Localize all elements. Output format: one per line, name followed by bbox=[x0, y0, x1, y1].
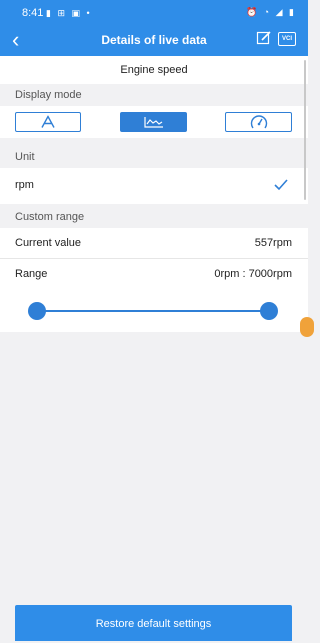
range-slider-track[interactable] bbox=[37, 310, 269, 312]
unit-label: rpm bbox=[15, 179, 34, 191]
gauge-icon bbox=[250, 115, 267, 129]
floating-assistant-handle[interactable] bbox=[300, 317, 314, 337]
restore-default-button[interactable]: Restore default settings bbox=[15, 605, 292, 641]
range-slider-min-handle[interactable] bbox=[28, 302, 46, 320]
mode-text-button[interactable] bbox=[15, 112, 81, 132]
row-divider bbox=[0, 258, 308, 259]
display-mode-group bbox=[0, 106, 308, 138]
mode-gauge-button[interactable] bbox=[225, 112, 292, 132]
custom-range-group: Current value 557rpm Range 0rpm : 7000rp… bbox=[0, 228, 308, 332]
scroll-indicator bbox=[304, 60, 306, 200]
checkmark-icon bbox=[274, 179, 288, 191]
custom-range-header: Custom range bbox=[0, 206, 308, 228]
app-bar: ‹ Details of live data VCI bbox=[0, 26, 308, 56]
unit-option-rpm[interactable]: rpm bbox=[0, 168, 308, 204]
edit-icon[interactable] bbox=[256, 30, 272, 46]
range-label: Range bbox=[15, 268, 48, 280]
current-value: 557rpm bbox=[254, 237, 292, 249]
range-slider-max-handle[interactable] bbox=[260, 302, 278, 320]
mode-chart-button[interactable] bbox=[120, 112, 187, 132]
status-bar: 8:41 ▮ ⊞ ▣ • ⏰ ◔ ◢ ▮ bbox=[0, 0, 308, 26]
range-value: 0rpm : 7000rpm bbox=[214, 268, 292, 280]
status-time: 8:41 bbox=[22, 7, 44, 19]
text-a-icon bbox=[41, 115, 55, 128]
current-value-label: Current value bbox=[15, 237, 82, 249]
status-system-icons: ⏰ ◔ ◢ ▮ bbox=[245, 7, 296, 17]
line-chart-icon bbox=[143, 117, 163, 128]
status-notification-icons: ▮ ⊞ ▣ • bbox=[46, 8, 92, 18]
vci-icon[interactable]: VCI bbox=[278, 32, 296, 46]
unit-header: Unit bbox=[0, 146, 308, 168]
display-mode-header: Display mode bbox=[0, 84, 308, 106]
data-item-title: Engine speed bbox=[0, 56, 308, 84]
